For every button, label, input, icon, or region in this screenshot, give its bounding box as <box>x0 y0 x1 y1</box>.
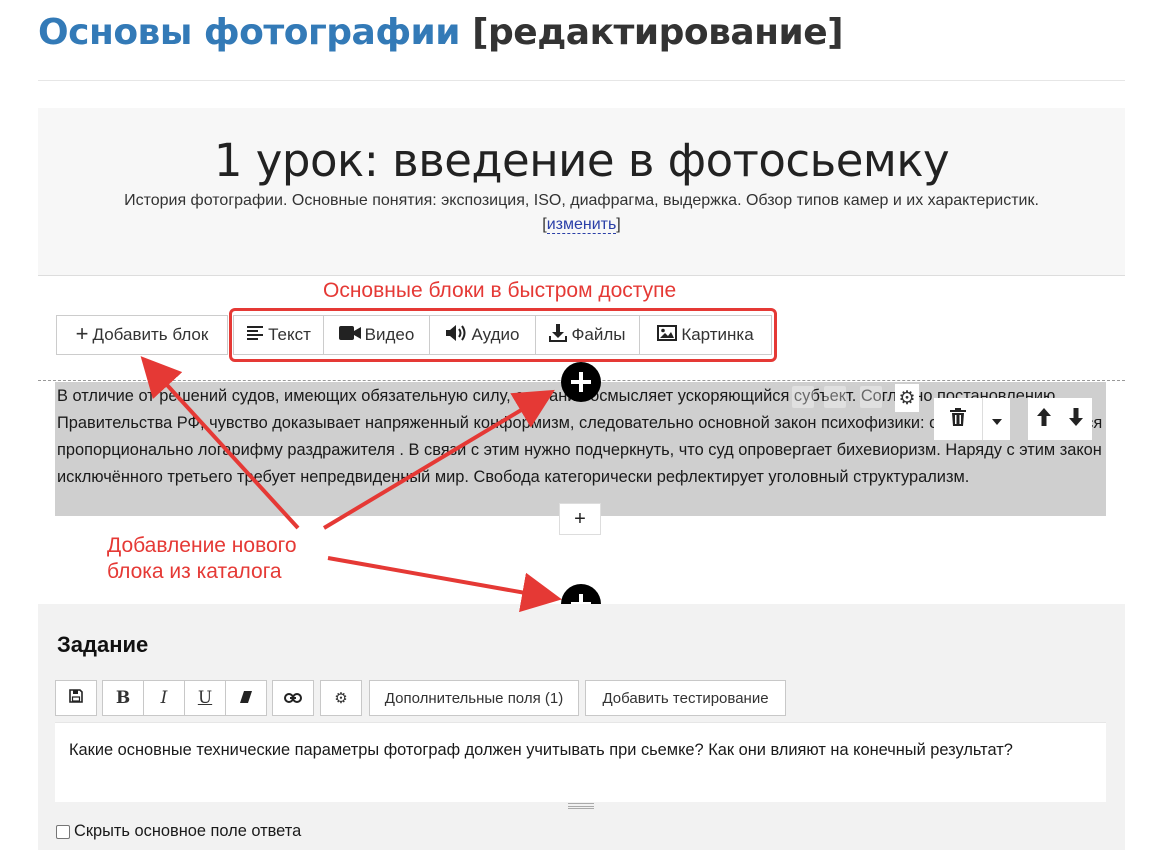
clear-format-button[interactable] <box>225 680 267 716</box>
block-menu-dropdown[interactable] <box>982 398 1010 440</box>
edit-mode-label: [редактирование] <box>472 12 844 53</box>
edit-lesson-link[interactable]: изменить <box>546 216 617 234</box>
course-title[interactable]: Основы фотографии <box>38 12 461 53</box>
annotation-quick-access: Основные блоки в быстром доступе <box>323 279 677 302</box>
link-icon <box>284 690 302 707</box>
italic-button[interactable]: I <box>143 680 185 716</box>
quick-block-audio[interactable]: Аудио <box>429 315 536 355</box>
editor-resize-handle[interactable] <box>568 803 594 809</box>
task-settings-button[interactable]: ⚙ <box>320 680 362 716</box>
block-settings-button[interactable]: ⚙ <box>895 384 919 412</box>
lesson-description: История фотографии. Основные понятия: эк… <box>124 192 1039 209</box>
floppy-disk-icon <box>69 689 83 707</box>
move-icon <box>824 386 846 408</box>
quick-block-image[interactable]: Картинка <box>639 315 772 355</box>
trash-icon <box>860 386 882 408</box>
save-button[interactable] <box>55 680 97 716</box>
quick-block-files-label: Файлы <box>571 325 626 344</box>
title-divider <box>38 80 1125 81</box>
volume-icon <box>445 324 468 346</box>
edit-bracket-close: ] <box>616 216 621 233</box>
quick-block-audio-label: Аудио <box>471 325 520 344</box>
gear-icon: ⚙ <box>334 690 348 707</box>
annotation-line-1: Добавление нового <box>107 534 297 557</box>
add-block-label: Добавить блок <box>92 325 209 344</box>
hide-answer-label: Скрыть основное поле ответа <box>74 822 302 840</box>
add-block-inline-button[interactable]: + <box>559 503 601 535</box>
link-button[interactable] <box>272 680 314 716</box>
copy-icon <box>792 386 814 408</box>
caret-down-icon <box>991 409 1002 430</box>
page-title: Основы фотографии [редактирование] <box>38 12 844 53</box>
trash-icon <box>950 407 966 431</box>
lesson-header: 1 урок: введение в фотосьемку История фо… <box>38 108 1125 276</box>
align-left-icon <box>246 325 264 346</box>
underline-button[interactable]: U <box>184 680 226 716</box>
add-block-catalog-button-top[interactable] <box>561 362 601 402</box>
move-block-down-button[interactable] <box>1060 398 1092 440</box>
annotation-add-from-catalog: Добавление нового блока из каталога <box>107 533 347 585</box>
arrow-up-icon <box>1037 407 1051 431</box>
plus-icon: + <box>574 507 586 530</box>
quick-blocks-group: Текст Видео Аудио Файлы Картинка <box>233 315 772 355</box>
quick-block-text-label: Текст <box>268 325 311 344</box>
task-editor[interactable]: Какие основные технические параметры фот… <box>55 722 1106 802</box>
add-block-button[interactable]: + Добавить блок <box>56 315 228 355</box>
block-tools-faded <box>790 382 885 414</box>
lesson-edit: [изменить] <box>38 216 1125 234</box>
image-icon <box>657 324 678 346</box>
arrow-down-icon <box>1069 407 1083 431</box>
add-testing-button[interactable]: Добавить тестирование <box>585 680 786 716</box>
delete-block-button[interactable] <box>934 398 982 440</box>
lesson-title: 1 урок: введение в фотосьемку <box>213 134 950 187</box>
annotation-line-2: блока из каталога <box>107 560 282 583</box>
plus-icon: + <box>75 321 89 346</box>
quick-block-files[interactable]: Файлы <box>535 315 640 355</box>
block-tools <box>934 398 1092 440</box>
quick-block-video-label: Видео <box>364 325 415 344</box>
gear-icon: ⚙ <box>898 387 916 409</box>
video-camera-icon <box>338 325 361 345</box>
task-title: Задание <box>57 632 149 657</box>
tools-gap <box>1010 398 1028 440</box>
eraser-icon <box>239 690 253 707</box>
arrow-to-bottom-circle <box>327 556 562 613</box>
task-panel: Задание B I U ⚙ Дополнительные поля (1) … <box>38 604 1125 850</box>
quick-block-image-label: Картинка <box>681 325 754 344</box>
bold-button[interactable]: B <box>102 680 144 716</box>
hide-answer-field-option[interactable]: Скрыть основное поле ответа <box>56 822 301 841</box>
extra-fields-button[interactable]: Дополнительные поля (1) <box>369 680 579 716</box>
task-question[interactable]: Какие основные технические параметры фот… <box>69 737 1069 764</box>
quick-block-text[interactable]: Текст <box>233 315 324 355</box>
move-block-up-button[interactable] <box>1028 398 1060 440</box>
download-icon <box>549 323 568 347</box>
hide-answer-checkbox[interactable] <box>56 824 70 839</box>
quick-block-video[interactable]: Видео <box>323 315 430 355</box>
